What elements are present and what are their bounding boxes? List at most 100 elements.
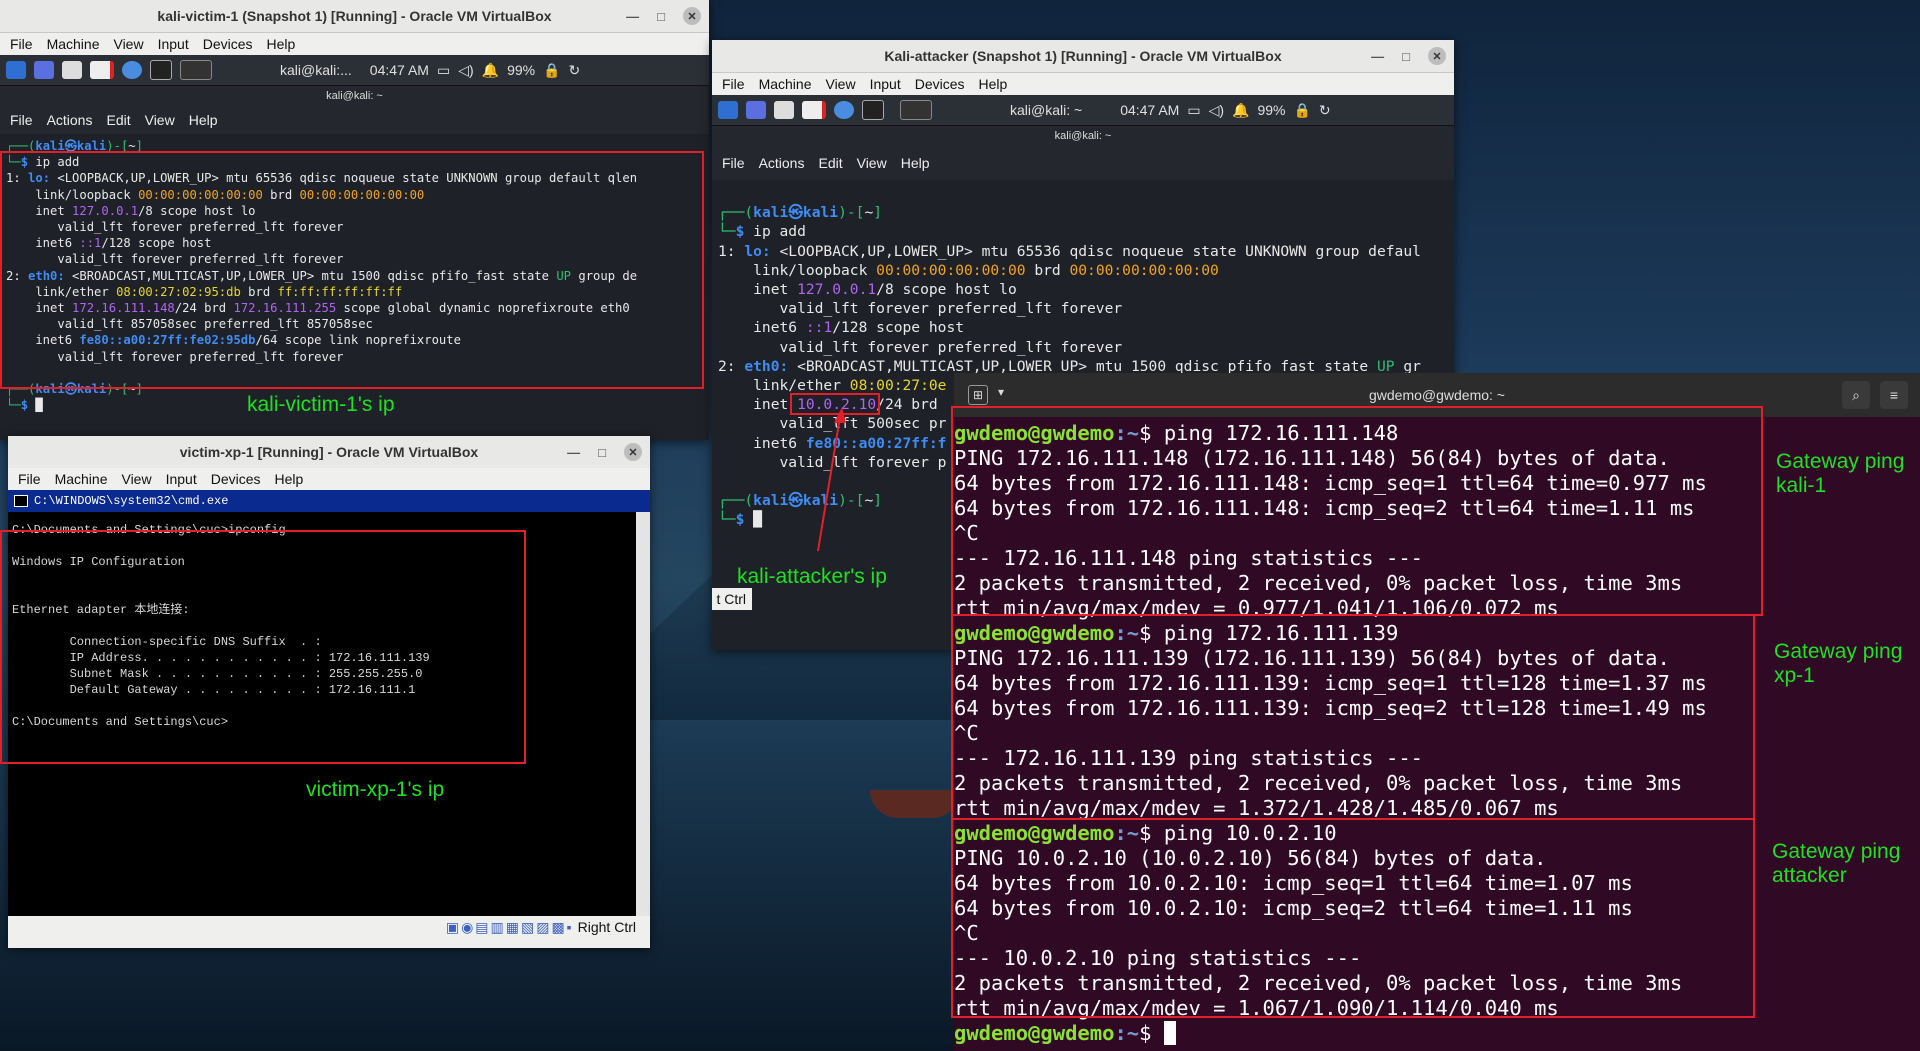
restart-icon[interactable]: ↻	[569, 62, 581, 79]
annotation-gw-attacker: Gateway ping attacker	[1772, 840, 1901, 887]
gw-ping-attacker-highlight	[951, 818, 1755, 1018]
term-menu-file[interactable]: File	[10, 112, 33, 128]
term-menu-help: Help	[188, 112, 218, 128]
annotation-victim-ip: kali-victim-1's ip	[247, 393, 395, 416]
minimize-icon[interactable]: —	[1371, 49, 1384, 64]
lock-icon[interactable]: 🔒	[543, 62, 560, 79]
cmd-titlebar[interactable]: C:\WINDOWS\system32\cmd.exe	[8, 490, 650, 512]
maximize-icon[interactable]: □	[1402, 49, 1410, 64]
victim-vm-title: kali-victim-1 (Snapshot 1) [Running] - O…	[157, 8, 552, 24]
taskbar-terminal[interactable]: kali@kali: ~	[1010, 102, 1082, 118]
lock-icon[interactable]: 🔒	[1293, 102, 1310, 119]
attacker-term-menu: File Actions Edit View Help	[712, 146, 1454, 180]
attacker-hidden-status: t Ctrl	[712, 588, 752, 610]
menu-help[interactable]: Help	[979, 76, 1008, 92]
menu-devices[interactable]: Devices	[915, 76, 965, 92]
right-ctrl-label: Right Ctrl	[577, 919, 636, 935]
taskbar-terminal[interactable]: kali@kali:...	[280, 62, 352, 78]
minimize-icon[interactable]: —	[567, 445, 580, 460]
text-editor-icon[interactable]	[90, 61, 114, 79]
terminal-launcher-icon[interactable]	[862, 100, 884, 120]
victim-vm-titlebar[interactable]: kali-victim-1 (Snapshot 1) [Running] - O…	[0, 0, 709, 33]
wallpaper-boat	[870, 790, 960, 818]
right-ctrl-label: t Ctrl	[716, 591, 746, 607]
terminal-launcher-icon[interactable]	[150, 60, 172, 80]
close-icon[interactable]: ✕	[1428, 47, 1446, 65]
cmd-scrollbar[interactable]	[636, 512, 650, 916]
victim-term-titlebar: kali@kali: ~	[0, 86, 709, 106]
menu-view[interactable]: View	[825, 76, 855, 92]
attacker-term-titlebar: kali@kali: ~	[712, 126, 1454, 146]
attacker-ip-arrow	[817, 407, 846, 552]
menu-help[interactable]: Help	[267, 36, 296, 52]
gw-ping-xp-highlight	[951, 614, 1755, 820]
maximize-icon[interactable]: □	[657, 9, 665, 24]
annotation-gw-kali: Gateway ping kali-1	[1776, 450, 1905, 497]
tab-menu-icon[interactable]: ▾	[998, 385, 1004, 399]
browser-icon[interactable]	[122, 61, 142, 79]
terminal-task-icon[interactable]	[900, 100, 932, 120]
browser-icon[interactable]	[834, 101, 854, 119]
victim-ip-highlight	[0, 151, 704, 389]
term-menu-edit[interactable]: Edit	[818, 155, 842, 171]
display-icon[interactable]: ▭	[1187, 102, 1200, 119]
display-icon[interactable]: ▭	[437, 62, 450, 79]
search-icon[interactable]: ⌕	[1842, 381, 1870, 409]
victim-term-title: kali@kali: ~	[326, 90, 383, 102]
maximize-icon[interactable]: □	[598, 445, 606, 460]
battery: 99%	[507, 62, 536, 78]
term-menu-help[interactable]: Help	[901, 155, 930, 171]
menu-view[interactable]: View	[121, 471, 151, 487]
menu-input[interactable]: Input	[158, 36, 189, 52]
term-menu-edit[interactable]: Edit	[106, 112, 130, 128]
attacker-vm-titlebar[interactable]: Kali-attacker (Snapshot 1) [Running] - O…	[712, 40, 1454, 73]
term-menu-file[interactable]: File	[722, 155, 745, 171]
term-menu-view[interactable]: View	[857, 155, 887, 171]
menu-view[interactable]: View	[113, 36, 143, 52]
file-manager-icon[interactable]	[774, 101, 794, 119]
gateway-title: gwdemo@gwdemo: ~	[1368, 387, 1505, 403]
term-menu-actions[interactable]: Actions	[759, 155, 805, 171]
menu-file[interactable]: File	[10, 36, 33, 52]
kali-menu-icon[interactable]	[718, 101, 738, 119]
restart-icon[interactable]: ↻	[1319, 102, 1331, 119]
notification-icon[interactable]: 🔔	[482, 62, 499, 79]
menu-machine[interactable]: Machine	[759, 76, 812, 92]
xp-statusbar: ▣◉▤▥▦▧▨▩▪ Right Ctrl	[8, 916, 650, 938]
volume-icon[interactable]: ◁)	[458, 62, 473, 79]
xp-vm-titlebar[interactable]: victim-xp-1 [Running] - Oracle VM Virtua…	[8, 436, 650, 468]
menu-file[interactable]: File	[18, 471, 41, 487]
battery: 99%	[1257, 102, 1286, 118]
menu-input[interactable]: Input	[166, 471, 197, 487]
kali-menu-icon[interactable]	[6, 61, 26, 79]
menu-help[interactable]: Help	[275, 471, 304, 487]
menu-devices[interactable]: Devices	[211, 471, 261, 487]
close-icon[interactable]: ✕	[683, 7, 701, 25]
workspace-icon[interactable]	[34, 61, 54, 79]
notification-icon[interactable]: 🔔	[1232, 102, 1249, 119]
attacker-vm-title: Kali-attacker (Snapshot 1) [Running] - O…	[884, 48, 1282, 64]
menu-input[interactable]: Input	[870, 76, 901, 92]
term-menu-view[interactable]: View	[145, 112, 175, 128]
status-device-icons[interactable]: ▣◉▤▥▦▧▨▩▪	[446, 919, 574, 936]
attacker-kali-panel: kali@kali: ~ 04:47 AM ▭ ◁) 🔔 99% 🔒 ↻	[712, 95, 1454, 126]
new-tab-icon[interactable]: ⊞	[968, 385, 988, 405]
text-editor-icon[interactable]	[802, 101, 826, 119]
menu-machine[interactable]: Machine	[55, 471, 108, 487]
annotation-xp-ip: victim-xp-1's ip	[306, 778, 445, 801]
victim-vm-menubar: File Machine View Input Devices Help	[0, 33, 709, 55]
terminal-task-icon[interactable]	[180, 60, 212, 80]
xp-vm-menubar: File Machine View Input Devices Help	[8, 468, 650, 490]
menu-devices[interactable]: Devices	[203, 36, 253, 52]
workspace-icon[interactable]	[746, 101, 766, 119]
xp-ip-highlight	[0, 530, 526, 764]
term-menu-actions[interactable]: Actions	[47, 112, 93, 128]
minimize-icon[interactable]: —	[626, 9, 639, 24]
close-icon[interactable]: ✕	[624, 443, 642, 461]
volume-icon[interactable]: ◁)	[1209, 102, 1224, 119]
menu-file[interactable]: File	[722, 76, 745, 92]
menu-machine[interactable]: Machine	[47, 36, 100, 52]
file-manager-icon[interactable]	[62, 61, 82, 79]
hamburger-menu-icon[interactable]: ≡	[1880, 381, 1908, 409]
xp-vm-title: victim-xp-1 [Running] - Oracle VM Virtua…	[179, 444, 479, 460]
